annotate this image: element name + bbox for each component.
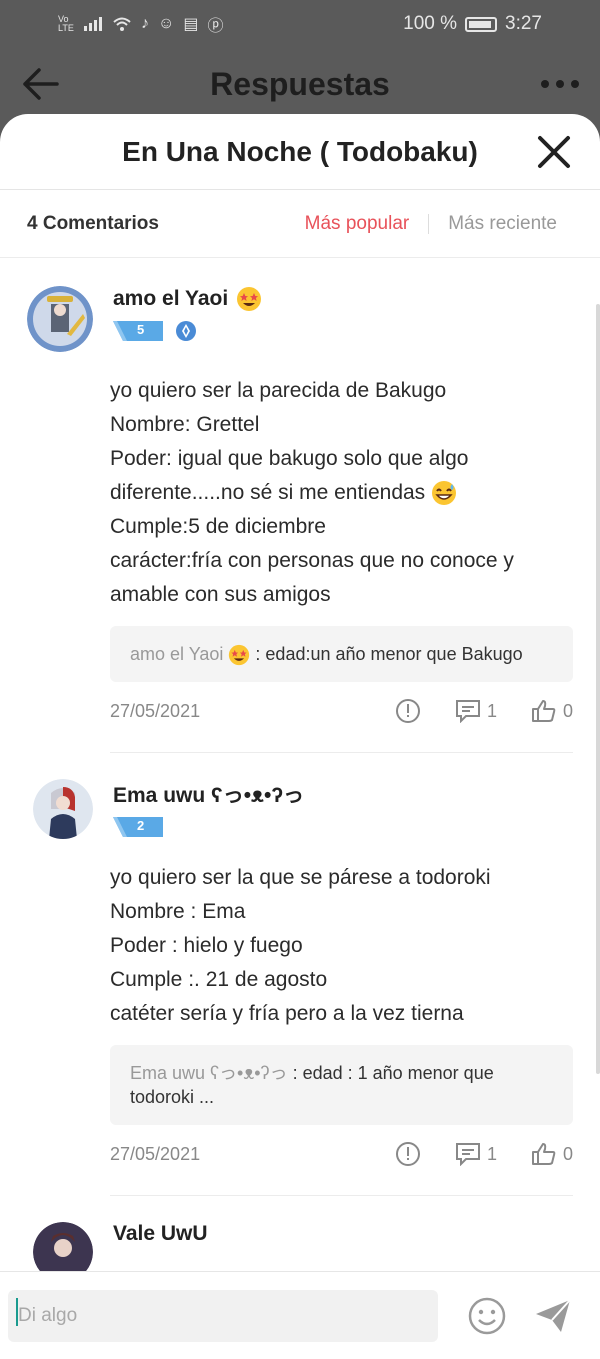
smiley-icon [468,1297,506,1334]
avatar[interactable] [33,779,93,840]
battery-icon [465,16,498,32]
reply-text: : edad:un año menor que Bakugo [250,644,523,664]
reply-preview[interactable]: amo el Yaoi : edad:un año menor que Baku… [110,626,573,683]
reply-button[interactable]: 1 [455,699,497,724]
close-icon[interactable] [536,134,572,170]
wifi-icon [113,17,131,31]
comment-divider [110,752,573,754]
emoji-button[interactable] [464,1293,510,1339]
app-header: Respuestas [0,48,600,120]
comment-body: yo quiero ser la parecida de Bakugo Nomb… [110,379,514,606]
level-badge: 5 [113,321,163,341]
star-struck-emoji-icon [229,645,250,666]
comment-input[interactable] [8,1289,438,1342]
comment-date: 27/05/2021 [110,700,201,721]
reply-author: Ema uwu ʕっ•ᴥ•ʔっ [130,1063,288,1084]
comment-body: yo quiero ser la que se párese a todorok… [110,866,491,1026]
tab-divider [428,213,430,234]
comment-actions: 27/05/2021 1 0 [110,696,573,726]
status-icons: Vo LTE ♪ ☺ ▤ ⓟ [58,12,223,36]
like-button[interactable]: 0 [531,699,573,723]
comment-icon [455,1143,480,1167]
comment-composer [0,1271,600,1359]
report-icon[interactable] [395,1141,421,1167]
pinterest-icon: ⓟ [207,18,224,35]
tab-most-recent[interactable]: Más reciente [448,213,573,235]
clock: 3:27 [505,13,542,34]
send-button[interactable] [530,1293,576,1339]
grinning-sweat-emoji-icon [432,481,457,506]
comment-item: Ema uwu ʕっ•ᴥ•ʔっ 2 yo quiero ser la que s… [0,779,600,1197]
level-badge: 2 [113,817,163,838]
comment-actions: 27/05/2021 1 0 [110,1139,573,1169]
comment-item: amo el Yaoi 5 yo quiero ser la parecida … [0,286,600,754]
page-title: Respuestas [210,65,390,102]
tiktok-icon: ♪ [141,15,149,32]
tab-most-popular[interactable]: Más popular [305,213,410,235]
thumbs-up-icon [531,700,556,723]
status-bar: Vo LTE ♪ ☺ ▤ ⓟ 100 % 3:27 [0,0,600,48]
reply-author: amo el Yaoi [130,644,224,664]
post-title: En Una Noche ( Todobaku) [122,135,478,167]
send-icon [536,1298,571,1332]
star-struck-emoji-icon [237,287,262,311]
comment-icon [455,700,480,724]
comment-username[interactable]: Ema uwu ʕっ•ᴥ•ʔっ [113,779,304,809]
comment-count: 4 Comentarios [27,212,159,234]
replies-sheet: En Una Noche ( Todobaku) 4 Comentarios M… [0,114,600,1359]
report-icon[interactable] [395,698,421,724]
reply-button[interactable]: 1 [455,1142,497,1167]
signal-icon [84,17,102,31]
more-dots-icon [541,80,579,88]
more-options-button[interactable] [538,62,582,106]
reply-preview[interactable]: Ema uwu ʕっ•ᴥ•ʔっ : edad : 1 año menor que… [110,1045,573,1126]
text-caret [16,1298,18,1326]
comment-divider [110,1195,573,1197]
game-icon: ☺ [158,15,175,32]
comment-date: 27/05/2021 [110,1143,201,1164]
comment-username[interactable]: amo el Yaoi [113,286,262,312]
like-button[interactable]: 0 [531,1142,573,1166]
battery-percent: 100 % [403,13,458,34]
news-icon: ▤ [183,16,199,33]
avatar[interactable] [27,286,93,352]
comment-tabs: 4 Comentarios Más popular Más reciente [0,190,600,258]
thumbs-up-icon [531,1143,556,1166]
back-button[interactable] [18,62,62,106]
sheet-header: En Una Noche ( Todobaku) [0,114,600,190]
carrier-label: Vo LTE [58,14,74,33]
curator-badge-icon [176,321,196,341]
comment-username[interactable]: Vale UwU [113,1222,208,1246]
arrow-left-icon [23,68,59,100]
